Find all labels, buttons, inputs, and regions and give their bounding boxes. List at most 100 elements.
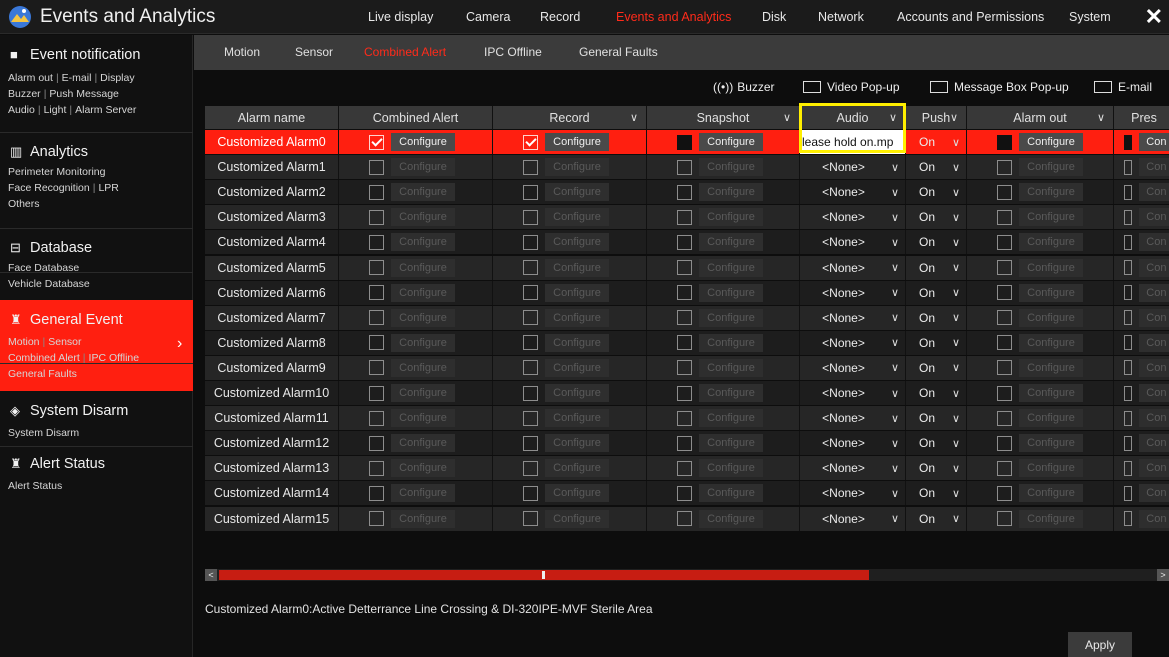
snapshot-configure-button[interactable]: Configure: [699, 283, 763, 302]
preset-configure-button[interactable]: Con: [1138, 183, 1169, 202]
preset-configure-button[interactable]: Con: [1138, 409, 1169, 428]
snapshot-checkbox[interactable]: [677, 511, 692, 526]
chevron-down-icon[interactable]: ∨: [891, 311, 899, 324]
record-configure-button[interactable]: Configure: [545, 208, 609, 227]
snapshot-checkbox[interactable]: [677, 410, 692, 426]
nav-item-disk[interactable]: Disk: [762, 10, 786, 24]
audio-select[interactable]: <None> ∨: [800, 331, 905, 355]
audio-select[interactable]: <None> ∨: [800, 205, 905, 229]
preset-checkbox[interactable]: [1124, 460, 1132, 476]
sidebar-link-perimeter-monitoring[interactable]: Perimeter Monitoring: [8, 166, 105, 178]
combined-checkbox[interactable]: [369, 234, 384, 250]
record-configure-button[interactable]: Configure: [545, 434, 609, 453]
chevron-down-icon[interactable]: ∨: [891, 161, 899, 174]
alarm-out-configure-button[interactable]: Configure: [1019, 258, 1083, 277]
sidebar-link-e-mail[interactable]: E-mail: [62, 72, 92, 84]
record-checkbox[interactable]: [523, 134, 538, 150]
record-checkbox[interactable]: [523, 435, 538, 451]
preset-configure-button[interactable]: Con: [1138, 233, 1169, 252]
preset-configure-button[interactable]: Con: [1138, 133, 1169, 151]
column-header-record[interactable]: Record ∨: [493, 106, 646, 129]
audio-select[interactable]: <None> ∨: [800, 507, 905, 531]
preset-checkbox[interactable]: [1124, 485, 1132, 501]
alarm-out-checkbox[interactable]: [997, 285, 1012, 301]
table-row[interactable]: Customized Alarm0 Configure Configure Confi…: [205, 130, 1169, 154]
combined-configure-button[interactable]: Configure: [391, 358, 455, 377]
push-select[interactable]: On ∨: [906, 331, 966, 355]
horizontal-scrollbar[interactable]: < >: [205, 569, 1169, 581]
record-configure-button[interactable]: Configure: [545, 509, 609, 528]
preset-checkbox[interactable]: [1124, 511, 1132, 526]
audio-select[interactable]: <None> ∨: [800, 306, 905, 330]
push-select[interactable]: On ∨: [906, 481, 966, 505]
record-configure-button[interactable]: Configure: [545, 333, 609, 352]
preset-checkbox[interactable]: [1124, 435, 1132, 451]
chevron-down-icon[interactable]: ∨: [891, 261, 899, 274]
alarm-out-configure-button[interactable]: Configure: [1019, 384, 1083, 402]
preset-configure-button[interactable]: Con: [1138, 384, 1169, 402]
tab-sensor[interactable]: Sensor: [295, 45, 333, 59]
table-row[interactable]: Customized Alarm2 Configure Configure Confi…: [205, 180, 1169, 205]
preset-configure-button[interactable]: Con: [1138, 208, 1169, 227]
sidebar-group-database[interactable]: ⊟ Database: [10, 240, 92, 256]
chevron-down-icon[interactable]: ∨: [952, 361, 960, 374]
snapshot-configure-button[interactable]: Configure: [699, 358, 763, 377]
alarm-out-checkbox[interactable]: [997, 310, 1012, 326]
chevron-down-icon[interactable]: ∨: [952, 437, 960, 450]
snapshot-configure-button[interactable]: Configure: [699, 308, 763, 327]
nav-item-live-display[interactable]: Live display: [368, 10, 433, 24]
chevron-down-icon[interactable]: ∨: [950, 111, 958, 124]
chevron-down-icon[interactable]: ∨: [891, 412, 899, 425]
alarm-out-configure-button[interactable]: Configure: [1019, 133, 1083, 151]
combined-configure-button[interactable]: Configure: [391, 308, 455, 327]
preset-configure-button[interactable]: Con: [1138, 484, 1169, 503]
table-row[interactable]: Customized Alarm14 Configure Configure Conf…: [205, 481, 1169, 506]
chevron-down-icon[interactable]: ∨: [630, 111, 638, 124]
nav-item-record[interactable]: Record: [540, 10, 580, 24]
snapshot-checkbox[interactable]: [677, 285, 692, 301]
sidebar-group-event-notification[interactable]: ■ Event notification: [10, 47, 140, 63]
preset-checkbox[interactable]: [1124, 360, 1132, 376]
record-checkbox[interactable]: [523, 234, 538, 250]
preset-checkbox[interactable]: [1124, 285, 1132, 301]
combined-checkbox[interactable]: [369, 385, 384, 401]
combined-checkbox[interactable]: [369, 184, 384, 200]
sidebar-group-system-disarm[interactable]: ◈ System Disarm: [10, 403, 128, 419]
record-configure-button[interactable]: Configure: [545, 384, 609, 402]
snapshot-checkbox[interactable]: [677, 335, 692, 351]
chevron-down-icon[interactable]: ∨: [952, 161, 960, 174]
message-popup-toggle[interactable]: Message Box Pop-up: [930, 80, 1069, 94]
alarm-out-checkbox[interactable]: [997, 435, 1012, 451]
alarm-out-checkbox[interactable]: [997, 134, 1012, 150]
alarm-out-checkbox[interactable]: [997, 410, 1012, 426]
sidebar-link-alarm-server[interactable]: Alarm Server: [75, 104, 136, 116]
nav-item-events-and-analytics[interactable]: Events and Analytics: [616, 10, 731, 24]
combined-configure-button[interactable]: Configure: [391, 283, 455, 302]
record-checkbox[interactable]: [523, 159, 538, 175]
chevron-down-icon[interactable]: ∨: [952, 261, 960, 274]
record-configure-button[interactable]: Configure: [545, 308, 609, 327]
push-select[interactable]: On ∨: [906, 230, 966, 254]
sidebar-link-motion[interactable]: Motion: [8, 336, 40, 348]
combined-configure-button[interactable]: Configure: [391, 384, 455, 402]
snapshot-configure-button[interactable]: Configure: [699, 133, 763, 151]
record-checkbox[interactable]: [523, 209, 538, 225]
chevron-down-icon[interactable]: ∨: [952, 336, 960, 349]
snapshot-checkbox[interactable]: [677, 134, 692, 150]
snapshot-configure-button[interactable]: Configure: [699, 183, 763, 202]
audio-select[interactable]: <None> ∨: [800, 381, 905, 405]
alarm-out-configure-button[interactable]: Configure: [1019, 233, 1083, 252]
snapshot-configure-button[interactable]: Configure: [699, 384, 763, 402]
sidebar-link-audio[interactable]: Audio: [8, 104, 35, 116]
combined-checkbox[interactable]: [369, 260, 384, 275]
chevron-down-icon[interactable]: ∨: [952, 512, 960, 525]
sidebar-link-push-message[interactable]: Push Message: [49, 88, 118, 100]
preset-checkbox[interactable]: [1124, 234, 1132, 250]
nav-item-network[interactable]: Network: [818, 10, 864, 24]
audio-select-value[interactable]: lease hold on.mp: [800, 130, 905, 154]
preset-configure-button[interactable]: Con: [1138, 333, 1169, 352]
snapshot-configure-button[interactable]: Configure: [699, 158, 763, 177]
scroll-right-arrow[interactable]: >: [1157, 569, 1169, 581]
preset-checkbox[interactable]: [1124, 335, 1132, 351]
nav-item-accounts-and-permissions[interactable]: Accounts and Permissions: [897, 10, 1044, 24]
